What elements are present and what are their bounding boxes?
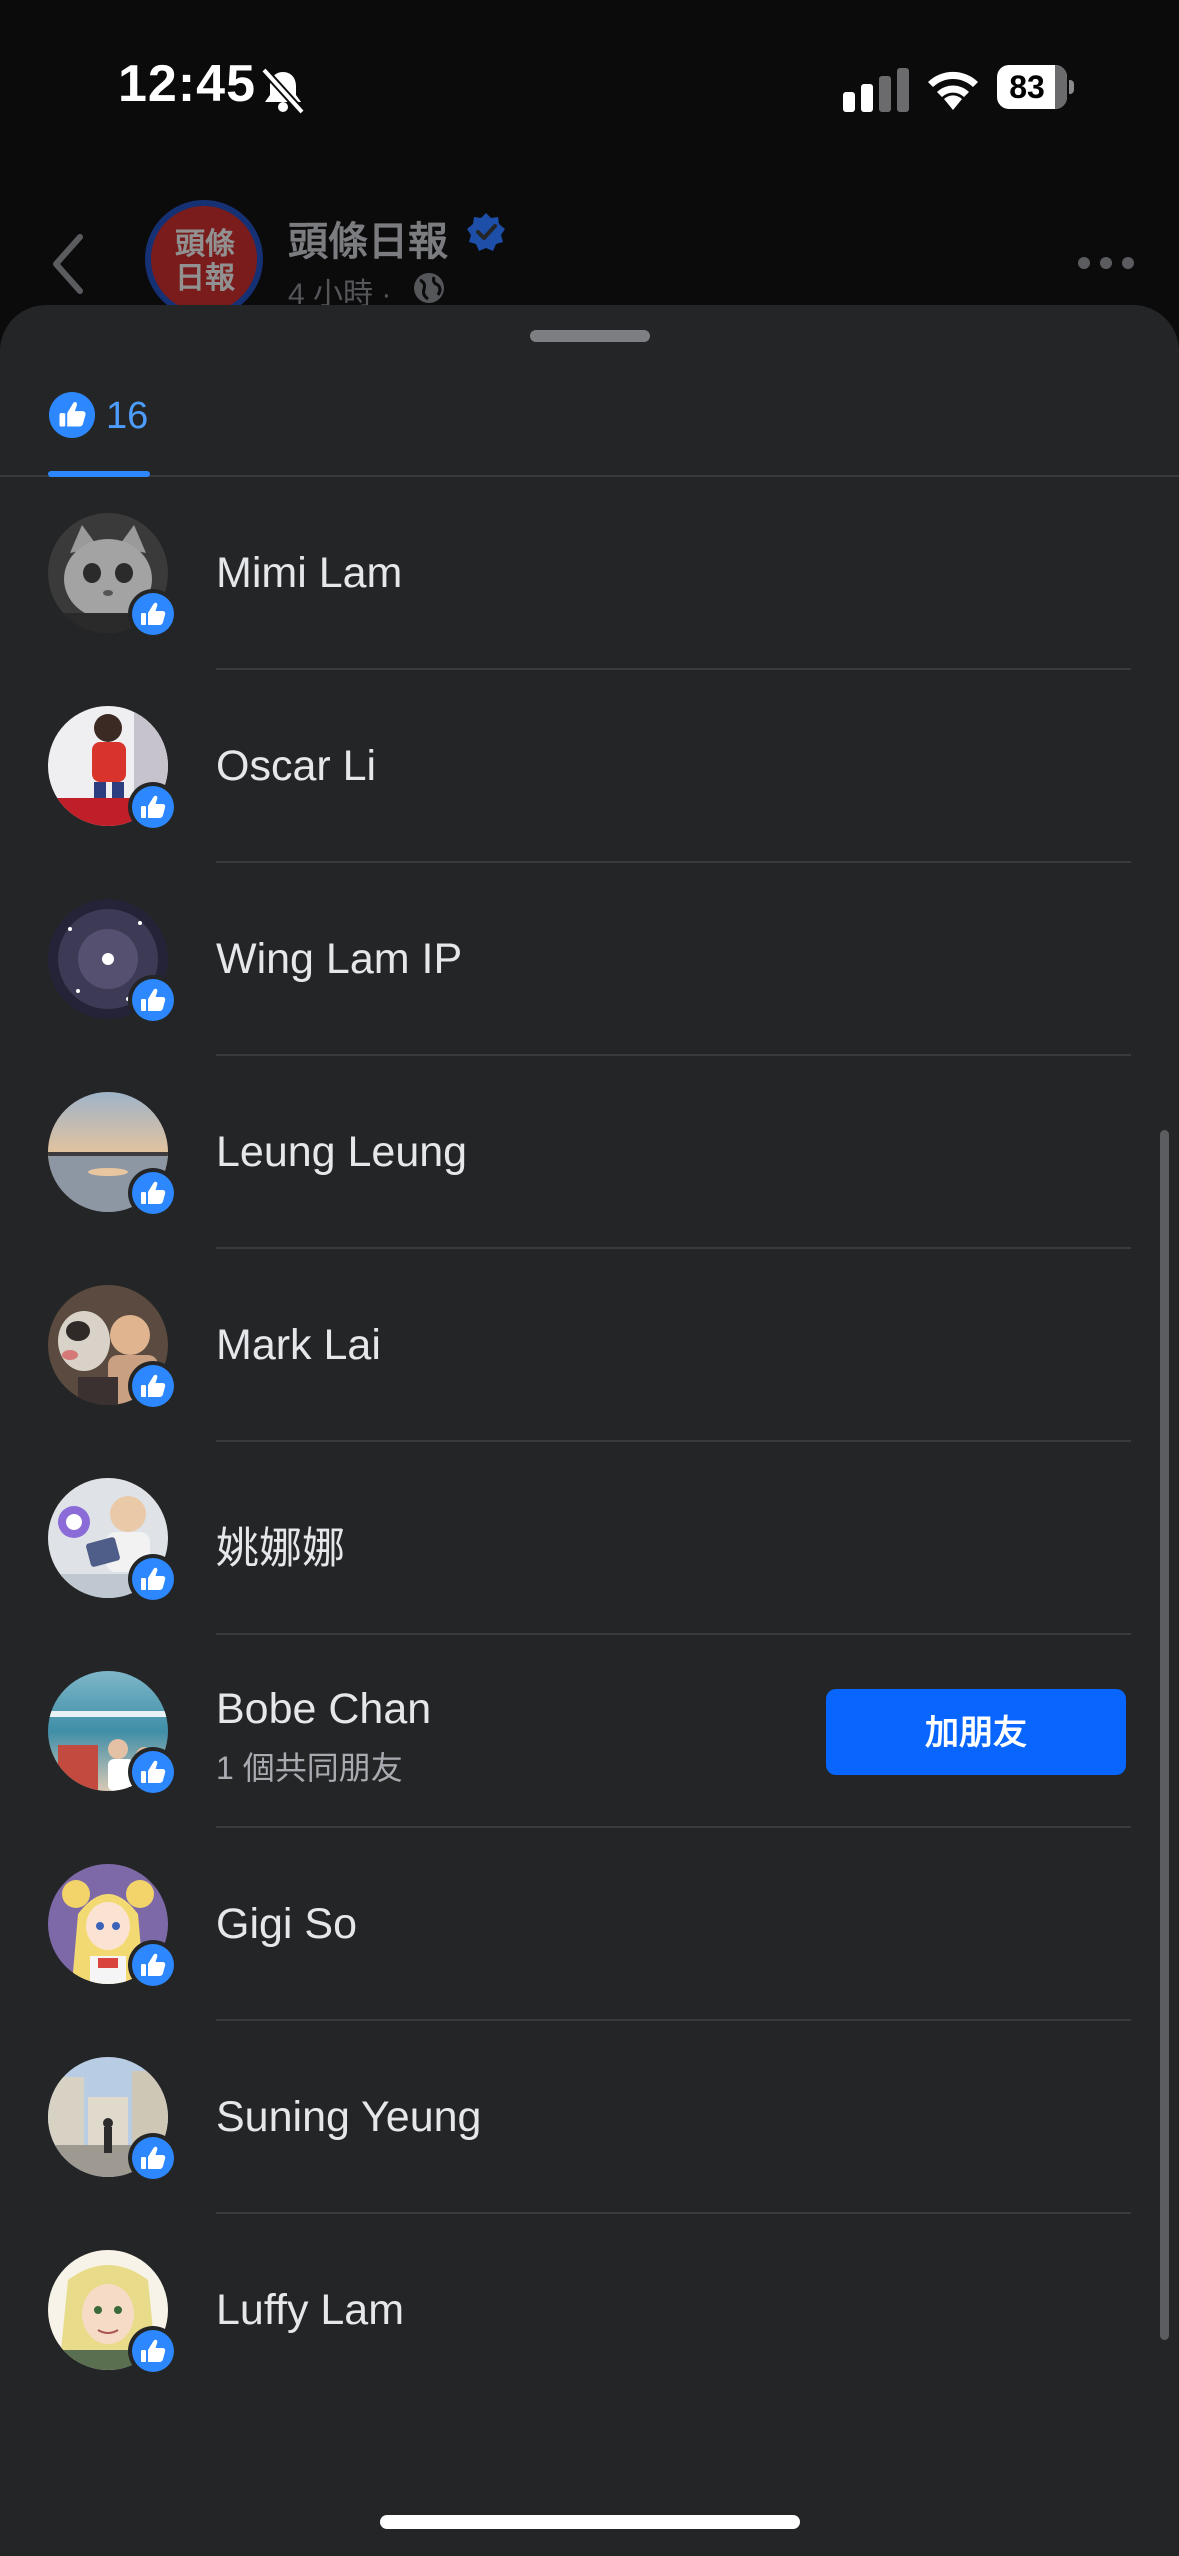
like-badge-icon — [128, 2326, 178, 2376]
like-badge-icon — [128, 975, 178, 1025]
list-item[interactable]: Bobe Chan 1 個共同朋友 加朋友 — [0, 1635, 1179, 1828]
list-item[interactable]: Gigi So — [0, 1828, 1179, 2021]
page-avatar[interactable]: 頭條日報 — [145, 200, 263, 318]
like-badge-icon — [128, 1940, 178, 1990]
wifi-icon — [928, 71, 978, 110]
globe-icon — [414, 273, 444, 303]
list-item[interactable]: Mark Lai — [0, 1249, 1179, 1442]
like-reaction-icon — [48, 391, 96, 439]
page-name[interactable]: 頭條日報 — [288, 209, 448, 267]
like-badge-icon — [128, 1747, 178, 1797]
person-name[interactable]: Wing Lam IP — [216, 935, 462, 984]
more-options-icon[interactable] — [1076, 253, 1136, 273]
tab-like-count: 16 — [106, 395, 149, 437]
person-name[interactable]: Mark Lai — [216, 1321, 381, 1370]
person-name[interactable]: Mimi Lam — [216, 549, 402, 598]
reactions-sheet: 16 Mimi Lam Oscar Li Wing Lam IP Leung L… — [0, 305, 1179, 2556]
like-badge-icon — [128, 1554, 178, 1604]
status-bar: 12:45 83 — [0, 0, 1179, 170]
person-name[interactable]: Gigi So — [216, 1900, 357, 1949]
person-name[interactable]: Bobe Chan — [216, 1685, 431, 1734]
like-badge-icon — [128, 2133, 178, 2183]
add-friend-button[interactable]: 加朋友 — [826, 1689, 1126, 1775]
list-item[interactable]: 姚娜娜 — [0, 1442, 1179, 1635]
person-name[interactable]: Leung Leung — [216, 1128, 467, 1177]
people-list: Mimi Lam Oscar Li Wing Lam IP Leung Leun… — [0, 477, 1179, 2407]
like-badge-icon — [128, 1361, 178, 1411]
list-item[interactable]: Luffy Lam — [0, 2214, 1179, 2407]
home-indicator[interactable] — [380, 2515, 800, 2529]
scrollbar[interactable] — [1160, 1130, 1169, 2340]
list-item[interactable]: Mimi Lam — [0, 477, 1179, 670]
list-item[interactable]: Oscar Li — [0, 670, 1179, 863]
like-badge-icon — [128, 589, 178, 639]
person-name[interactable]: Luffy Lam — [216, 2286, 404, 2335]
battery-tip — [1069, 80, 1074, 94]
person-name[interactable]: Suning Yeung — [216, 2093, 481, 2142]
reaction-tabs: 16 — [0, 375, 1179, 477]
people-list-viewport[interactable]: Mimi Lam Oscar Li Wing Lam IP Leung Leun… — [0, 477, 1179, 2556]
like-badge-icon — [128, 782, 178, 832]
battery-indicator: 83 — [997, 65, 1074, 109]
bell-slash-icon — [261, 67, 305, 115]
back-chevron-icon[interactable] — [44, 229, 94, 299]
person-name[interactable]: Oscar Li — [216, 742, 376, 791]
tab-all-likes[interactable]: 16 — [48, 375, 150, 477]
list-item[interactable]: Wing Lam IP — [0, 863, 1179, 1056]
mutual-friends-count: 1 個共同朋友 — [216, 1750, 403, 1786]
like-badge-icon — [128, 1168, 178, 1218]
verified-badge-icon — [467, 213, 505, 251]
page-avatar-logo-text: 頭條日報 — [175, 227, 235, 296]
list-item[interactable]: Leung Leung — [0, 1056, 1179, 1249]
battery-body: 83 — [997, 65, 1067, 109]
cellular-signal-icon — [843, 68, 909, 112]
battery-percentage: 83 — [1009, 69, 1045, 105]
sheet-drag-handle[interactable] — [530, 330, 650, 342]
screen: 12:45 83 頭條日報 頭條日報 4 小時 · 16 Mimi Lam Os… — [0, 0, 1179, 2556]
status-time: 12:45 — [118, 55, 256, 113]
person-name[interactable]: 姚娜娜 — [216, 1514, 345, 1576]
list-item[interactable]: Suning Yeung — [0, 2021, 1179, 2214]
